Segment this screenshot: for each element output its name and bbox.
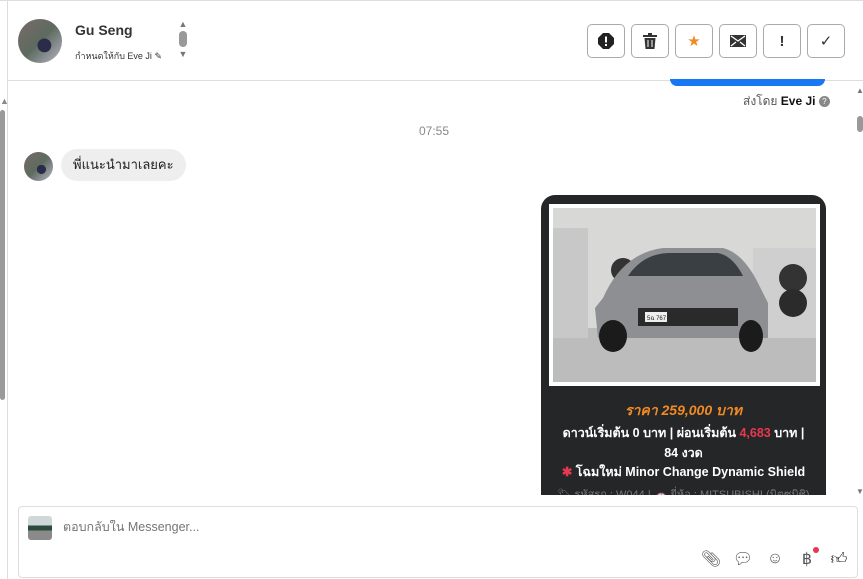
emoji-icon[interactable]: ☺ <box>765 549 785 569</box>
message-timestamp: 07:55 <box>419 124 450 138</box>
spam-octagon-icon <box>598 33 614 49</box>
star-button[interactable]: ★ <box>675 24 713 58</box>
model-line: ✱ โฉมใหม่ Minor Change Dynamic Shield <box>541 462 826 482</box>
scroll-up-icon[interactable]: ▲ <box>178 19 188 29</box>
envelope-icon <box>730 35 746 47</box>
right-scrollbar[interactable]: ▲ ▼ <box>856 86 863 496</box>
conversation-header: Gu Seng กำหนดให้กับ Eve Ji ✎ ▲ ▼ ★ ! ✓ <box>8 1 863 81</box>
left-scroll-up-icon[interactable]: ▲ <box>0 96 9 106</box>
payment-baht-icon[interactable]: ฿ <box>797 547 819 569</box>
asterisk-icon: ✱ <box>561 465 573 479</box>
spam-button[interactable] <box>587 24 625 58</box>
composer-toolbar: 📎︎ 💬︎ ☺ ฿ 👍︎ <box>701 547 849 569</box>
contact-name: Gu Seng <box>75 22 133 38</box>
left-divider <box>7 0 8 579</box>
mark-unread-button[interactable] <box>719 24 757 58</box>
page-avatar <box>28 516 52 540</box>
assigned-to[interactable]: กำหนดให้กับ Eve Ji ✎ <box>75 49 162 63</box>
reply-input[interactable] <box>63 520 663 534</box>
installment-amount: 4,683 <box>739 426 771 440</box>
car-photo[interactable]: 5ฉ 767 <box>549 204 820 386</box>
edit-pencil-icon[interactable]: ✎ <box>154 51 162 61</box>
down-payment-text: ดาวน์เริ่มต้น 0 บาท | ผ่อนเริ่มต้น <box>562 426 740 440</box>
done-button[interactable]: ✓ <box>807 24 845 58</box>
sent-by-agent: Eve Ji <box>780 94 816 108</box>
thumbs-up-icon[interactable]: 👍︎ <box>829 549 849 569</box>
scroll-up-icon[interactable]: ▲ <box>856 86 863 95</box>
assigned-label: กำหนดให้กับ Eve Ji <box>75 51 152 61</box>
sender-avatar <box>24 152 53 181</box>
car-listing-card[interactable]: 5ฉ 767 ราคา 259,000 บาท ดาวน์เริ่มต้น 0 … <box>541 195 826 495</box>
outgoing-message-bubble <box>670 79 825 86</box>
car-image: 5ฉ 767 <box>553 208 816 382</box>
scroll-down-icon[interactable]: ▼ <box>856 487 863 496</box>
scroll-down-icon[interactable]: ▼ <box>178 49 188 59</box>
attachment-icon[interactable]: 📎︎ <box>701 549 721 569</box>
model-text: โฉมใหม่ Minor Change Dynamic Shield <box>572 465 806 479</box>
installment-terms: 84 งวด <box>664 446 703 460</box>
trash-icon <box>643 33 657 49</box>
incoming-message: พี่แนะนำมาเลยคะ <box>61 149 186 181</box>
scroll-thumb[interactable] <box>179 31 187 47</box>
saved-replies-icon[interactable]: 💬︎ <box>733 549 753 569</box>
left-scrollbar[interactable] <box>0 110 5 400</box>
star-icon: ★ <box>687 33 701 50</box>
plate-text: 5ฉ 767 <box>647 316 667 322</box>
check-icon: ✓ <box>819 33 833 50</box>
notification-dot <box>813 547 819 553</box>
help-icon[interactable]: ? <box>818 96 830 108</box>
down-payment-line: ดาวน์เริ่มต้น 0 บาท | ผ่อนเริ่มต้น 4,683… <box>541 423 826 443</box>
important-button[interactable]: ! <box>763 24 801 58</box>
contact-avatar[interactable] <box>18 19 62 63</box>
sent-by: ส่งโดย Eve Ji ? <box>743 92 830 111</box>
baht-label: บาท | <box>770 426 805 440</box>
header-scrollbar[interactable]: ▲ ▼ <box>178 19 188 65</box>
reply-composer: 📎︎ 💬︎ ☺ ฿ 👍︎ <box>18 506 858 578</box>
car-code-line: 🏷 รหัสรถ : W044 | 🚗 ยี่ห้อ : MITSUBISHI … <box>557 489 810 495</box>
scroll-thumb[interactable] <box>857 116 863 132</box>
action-toolbar: ★ ! ✓ <box>587 24 845 58</box>
sent-by-label: ส่งโดย <box>743 94 778 108</box>
car-price: ราคา 259,000 บาท <box>625 402 742 418</box>
delete-button[interactable] <box>631 24 669 58</box>
exclamation-icon: ! <box>779 32 785 50</box>
